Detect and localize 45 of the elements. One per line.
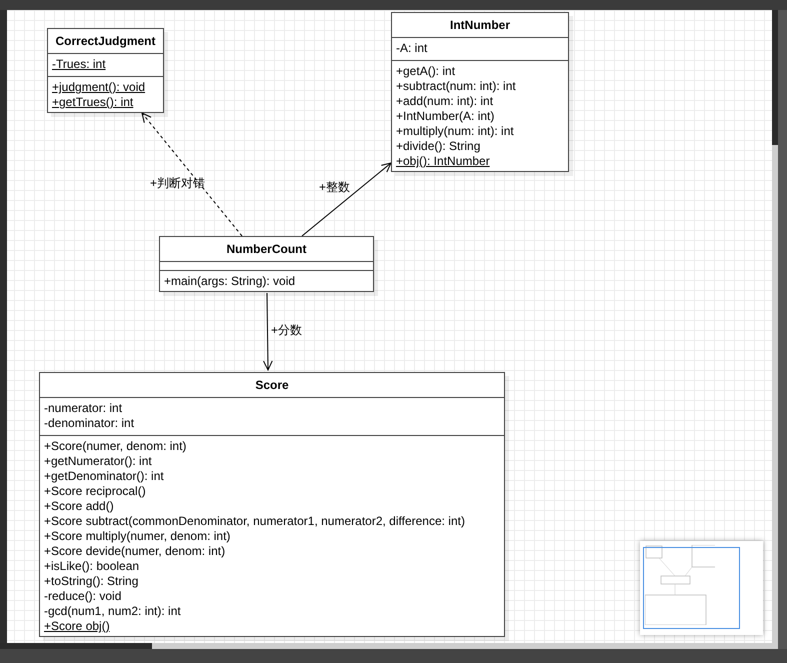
method-text: +obj(): IntNumber: [396, 154, 490, 168]
method-text: +isLike(): boolean: [44, 559, 140, 573]
method-text: +Score reciprocal(): [44, 484, 146, 498]
association-arrow[interactable]: [302, 162, 392, 236]
attribute-text: -denominator: int: [44, 416, 134, 430]
class-name: Score: [255, 378, 289, 392]
class-name: CorrectJudgment: [55, 34, 156, 48]
class-box[interactable]: CorrectJudgment -Trues: int +judgment(): void +getTrues(): int: [47, 28, 164, 113]
class-box[interactable]: [39, 372, 505, 637]
attribute-text: -Trues: int: [52, 57, 106, 71]
dependency-arrow[interactable]: [141, 112, 242, 236]
method-text: +multiply(num: int): int: [396, 124, 514, 138]
method-text: +toString(): String: [44, 574, 138, 588]
method-text: +Score devide(numer, denom: int): [44, 544, 226, 558]
method-text: +getA(): int: [396, 64, 456, 78]
minimap[interactable]: [640, 541, 763, 635]
attribute-text: -A: int: [396, 41, 428, 55]
association-arrow[interactable]: [263, 292, 273, 372]
method-text: +subtract(num: int): int: [396, 79, 516, 93]
relation-label: +判断对错: [150, 175, 206, 192]
class-box[interactable]: NumberCount +main(args: String): void: [159, 236, 374, 292]
method-text: +judgment(): void: [52, 80, 146, 94]
attribute-text: -numerator: int: [44, 401, 122, 415]
relation-label: +整数: [319, 179, 350, 196]
method-text: -gcd(num1, num2: int): int: [44, 604, 181, 618]
method-text: +IntNumber(A: int): [396, 109, 494, 123]
class-name: IntNumber: [450, 18, 510, 32]
class-name: NumberCount: [226, 242, 306, 256]
method-text: +Score(numer, denom: int): [44, 439, 186, 453]
method-text: +main(args: String): void: [164, 274, 296, 288]
method-text: +getNumerator(): int: [44, 454, 152, 468]
scrollbar-thumb[interactable]: [772, 10, 778, 145]
viewport-frame[interactable]: [643, 547, 740, 629]
method-text: +Score add(): [44, 499, 114, 513]
method-text: +getDenominator(): int: [44, 469, 164, 483]
class-box[interactable]: IntNumber -A: int +getA(): int +subtract(num: int): int +add(num: int): int +IntNumber(A: int) +multiply(num: int): int +divide(): String +obj(): IntNumber: [391, 12, 569, 172]
scrollbar-thumb[interactable]: [0, 643, 152, 649]
method-text: +Score obj(): [44, 619, 110, 633]
relation-label: +分数: [271, 322, 302, 339]
method-text: +divide(): String: [396, 139, 480, 153]
method-text: -reduce(): void: [44, 589, 122, 603]
method-text: +Score subtract(commonDenominator, numerator1, numerator2, difference: int): [44, 514, 465, 528]
method-text: +Score multiply(numer, denom: int): [44, 529, 230, 543]
method-text: +add(num: int): int: [396, 94, 494, 108]
method-text: +getTrues(): int: [52, 95, 134, 109]
